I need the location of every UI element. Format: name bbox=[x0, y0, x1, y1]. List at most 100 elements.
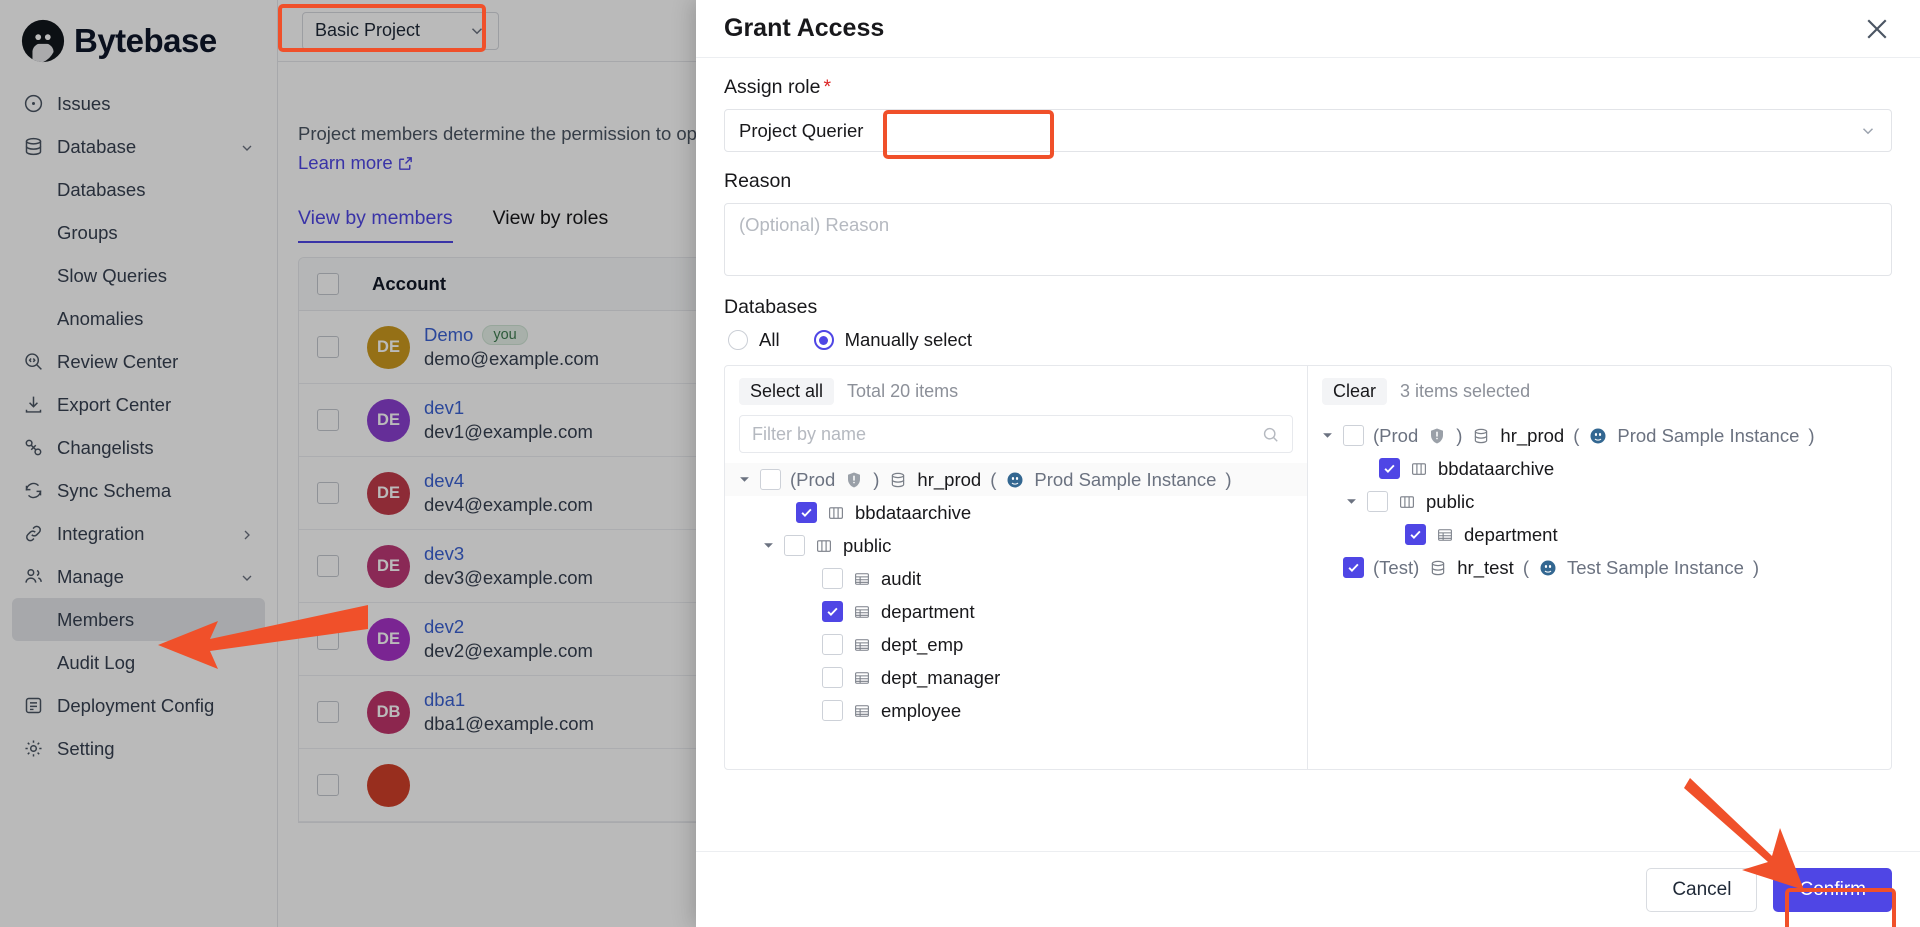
cancel-button[interactable]: Cancel bbox=[1646, 867, 1758, 912]
database-icon bbox=[1471, 426, 1491, 446]
drawer-header: Grant Access bbox=[696, 0, 1920, 58]
table-name: department bbox=[881, 600, 975, 622]
tree-node-schema[interactable]: bbdataarchive bbox=[725, 496, 1307, 529]
schema-icon bbox=[814, 536, 834, 556]
table-icon bbox=[852, 602, 872, 622]
tree-node-schema[interactable]: public bbox=[1308, 485, 1891, 518]
tree-node-schema[interactable]: public bbox=[725, 529, 1307, 562]
chevron-down-icon[interactable] bbox=[1320, 429, 1334, 443]
environment-label: (Test) bbox=[1373, 556, 1420, 578]
reason-input[interactable]: (Optional) Reason bbox=[724, 203, 1892, 276]
assign-role-select[interactable]: Project Querier bbox=[724, 109, 1892, 152]
environment-label: (Prod bbox=[790, 468, 836, 490]
postgres-icon bbox=[1005, 470, 1025, 490]
tree-checkbox[interactable] bbox=[784, 535, 805, 556]
postgres-icon bbox=[1538, 558, 1558, 578]
table-name: employee bbox=[881, 699, 962, 721]
tree-node-table[interactable]: dept_emp bbox=[725, 628, 1307, 661]
radio-all-label: All bbox=[759, 329, 780, 350]
database-transfer: Select all Total 20 items Filter by name bbox=[724, 365, 1892, 770]
target-pane-header: Clear 3 items selected bbox=[1308, 366, 1891, 411]
table-name: dept_emp bbox=[881, 633, 964, 655]
schema-icon bbox=[1409, 459, 1429, 479]
schema-name: public bbox=[1426, 490, 1475, 512]
chevron-down-icon[interactable] bbox=[1344, 495, 1358, 509]
drawer-body: Assign role * Project Querier Reason (Opt… bbox=[696, 58, 1920, 851]
tree-node-table[interactable]: audit bbox=[725, 562, 1307, 595]
postgres-icon bbox=[1588, 426, 1608, 446]
tree-node-table[interactable]: employee bbox=[725, 694, 1307, 727]
tree-checkbox[interactable] bbox=[760, 469, 781, 490]
schema-name: bbdataarchive bbox=[1438, 457, 1555, 479]
table-icon bbox=[1435, 525, 1455, 545]
tree-node-table[interactable]: department bbox=[725, 595, 1307, 628]
tree-checkbox[interactable] bbox=[1343, 425, 1364, 446]
databases-scope-radios: All Manually select bbox=[728, 329, 1892, 351]
clear-button[interactable]: Clear bbox=[1322, 378, 1388, 405]
table-name: audit bbox=[881, 567, 922, 589]
assign-role-label: Assign role * bbox=[724, 76, 1892, 99]
environment-label: (Prod bbox=[1373, 424, 1419, 446]
database-name: hr_test bbox=[1457, 556, 1514, 578]
chevron-down-icon[interactable] bbox=[761, 539, 775, 553]
source-pane-header: Select all Total 20 items bbox=[725, 366, 1307, 411]
assign-role-value: Project Querier bbox=[739, 119, 864, 141]
tree-checkbox[interactable] bbox=[822, 634, 843, 655]
target-tree: (Prod ) hr_prod ( Prod Sample Instance ) bbox=[1308, 411, 1891, 769]
tree-checkbox-checked[interactable] bbox=[1379, 458, 1400, 479]
instance-suffix: ) bbox=[1808, 424, 1815, 446]
select-all-button[interactable]: Select all bbox=[739, 378, 835, 405]
radio-manual-label: Manually select bbox=[844, 329, 973, 350]
environment-label-close: ) bbox=[1456, 424, 1463, 446]
radio-all[interactable]: All bbox=[728, 329, 780, 351]
tree-checkbox-checked[interactable] bbox=[796, 502, 817, 523]
schema-name: public bbox=[843, 534, 892, 556]
tree-checkbox-checked[interactable] bbox=[1405, 524, 1426, 545]
tree-node-database[interactable]: (Test) hr_test ( Test Sample Instance ) bbox=[1308, 551, 1891, 584]
close-icon[interactable] bbox=[1862, 14, 1892, 44]
instance-name: Prod Sample Instance bbox=[1034, 468, 1217, 490]
database-icon bbox=[1428, 558, 1448, 578]
grant-access-drawer: Grant Access Assign role * Project Querie… bbox=[696, 0, 1920, 927]
total-items-count: Total 20 items bbox=[847, 381, 959, 401]
confirm-button[interactable]: Confirm bbox=[1773, 867, 1892, 912]
filter-input[interactable]: Filter by name bbox=[739, 415, 1293, 453]
chevron-down-icon bbox=[1859, 122, 1877, 140]
tree-node-database[interactable]: (Prod ) hr_prod ( Prod Sample Instance ) bbox=[725, 463, 1307, 496]
table-icon bbox=[852, 635, 872, 655]
tree-node-schema[interactable]: bbdataarchive bbox=[1308, 452, 1891, 485]
source-tree: (Prod ) hr_prod ( Prod Sample Instance ) bbox=[725, 463, 1307, 769]
radio-dot-selected bbox=[813, 330, 834, 350]
shield-icon bbox=[844, 470, 864, 490]
radio-dot bbox=[728, 330, 748, 350]
tree-checkbox[interactable] bbox=[822, 568, 843, 589]
page-title: Grant Access bbox=[724, 14, 885, 42]
schema-icon bbox=[1397, 492, 1417, 512]
reason-placeholder: (Optional) Reason bbox=[739, 214, 890, 235]
schema-icon bbox=[826, 503, 846, 523]
tree-node-table[interactable]: department bbox=[1308, 518, 1891, 551]
instance-suffix: ) bbox=[1752, 556, 1760, 578]
instance-prefix: ( bbox=[990, 468, 997, 490]
environment-label-close: ) bbox=[873, 468, 880, 490]
shield-icon bbox=[1427, 426, 1447, 446]
instance-prefix: ( bbox=[1573, 424, 1580, 446]
tree-checkbox[interactable] bbox=[822, 700, 843, 721]
required-marker: * bbox=[823, 76, 832, 98]
databases-label: Databases bbox=[724, 296, 818, 318]
database-icon bbox=[888, 470, 908, 490]
search-icon bbox=[1263, 427, 1278, 442]
tree-checkbox-checked[interactable] bbox=[1343, 557, 1364, 578]
tree-checkbox[interactable] bbox=[822, 667, 843, 688]
table-icon bbox=[852, 668, 872, 688]
database-name: hr_prod bbox=[1500, 424, 1565, 446]
chevron-down-icon[interactable] bbox=[737, 473, 751, 487]
tree-node-table[interactable]: dept_manager bbox=[725, 661, 1307, 694]
filter-wrapper: Filter by name bbox=[725, 411, 1307, 463]
instance-prefix: ( bbox=[1522, 556, 1529, 578]
tree-checkbox-checked[interactable] bbox=[822, 601, 843, 622]
tree-checkbox[interactable] bbox=[1367, 491, 1388, 512]
transfer-source-pane: Select all Total 20 items Filter by name bbox=[725, 366, 1308, 769]
radio-manually-select[interactable]: Manually select bbox=[813, 329, 973, 351]
tree-node-database[interactable]: (Prod ) hr_prod ( Prod Sample Instance ) bbox=[1308, 419, 1891, 452]
